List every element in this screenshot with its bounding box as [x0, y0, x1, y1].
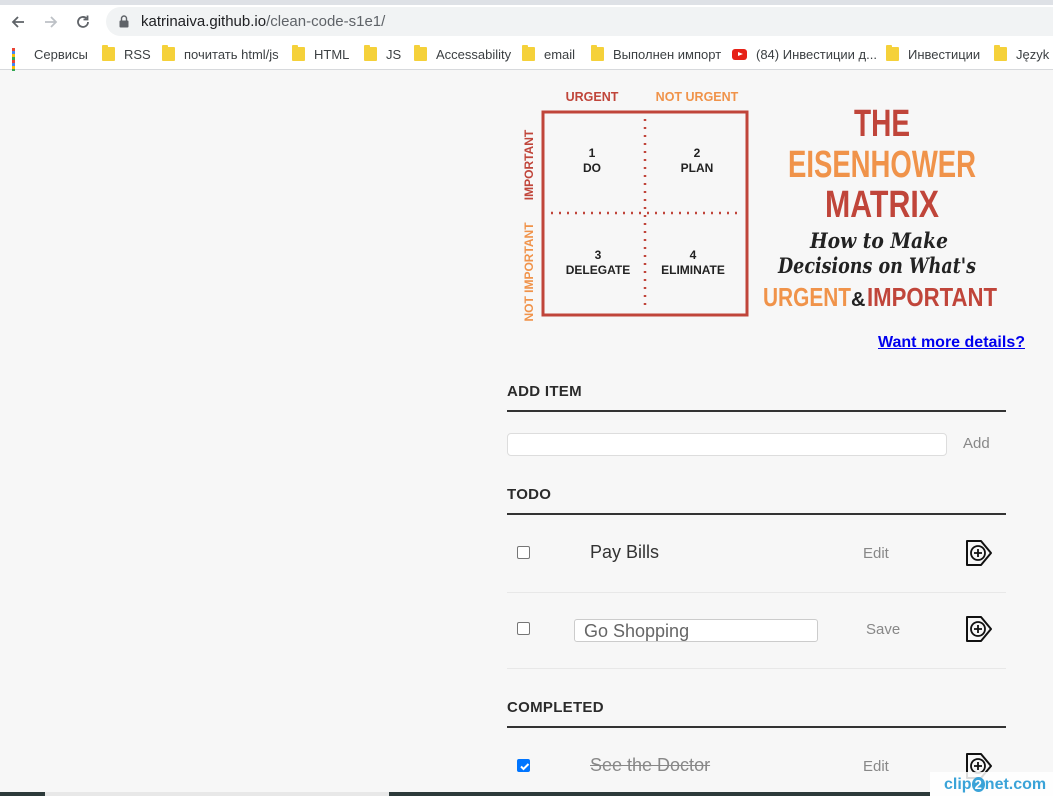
- bookmark-label: RSS: [124, 46, 151, 62]
- edit-button[interactable]: Edit: [863, 545, 889, 562]
- eisenhower-matrix-image: URGENT NOT URGENT IMPORTANT NOT IMPORTAN…: [515, 81, 1010, 326]
- reload-button[interactable]: [70, 9, 96, 35]
- q4-label: ELIMINATE: [661, 263, 725, 277]
- folder-icon: [162, 45, 175, 61]
- q1-number: 1: [589, 146, 596, 160]
- bookmark-youtube-investments[interactable]: (84) Инвестиции д...: [732, 45, 877, 63]
- subtitle-ampersand: &: [851, 289, 865, 311]
- title-matrix: MATRIX: [825, 184, 940, 226]
- forward-button[interactable]: [38, 9, 64, 35]
- tag-plus-icon[interactable]: [963, 537, 995, 569]
- url-host: katrinaiva.github.io: [141, 13, 267, 30]
- edit-button[interactable]: Edit: [863, 758, 889, 775]
- bookmark-label: почитать html/js: [184, 46, 279, 62]
- bookmark-label: JS: [386, 46, 402, 62]
- subtitle-line-2: Decisions on What's: [777, 253, 976, 278]
- completed-heading: COMPLETED: [507, 699, 1006, 728]
- matrix-col-not-urgent: NOT URGENT: [656, 90, 739, 104]
- taskbar-segment: [389, 792, 930, 796]
- q3-number: 3: [595, 248, 602, 262]
- subtitle-urgent: URGENT: [763, 282, 851, 312]
- bookmark-label: Выполнен импорт: [613, 46, 722, 62]
- add-button[interactable]: Add: [963, 435, 990, 452]
- watermark-two: 2: [971, 777, 985, 792]
- bookmark-investments[interactable]: Инвестиции: [886, 45, 980, 63]
- bookmark-label: Accessability: [436, 46, 512, 62]
- add-item-heading: ADD ITEM: [507, 383, 1006, 412]
- folder-icon: [994, 45, 1007, 61]
- q1-label: DO: [583, 161, 601, 175]
- q3-label: DELEGATE: [566, 263, 630, 277]
- folder-icon: [102, 45, 115, 61]
- subtitle-line-1: How to Make: [809, 228, 948, 253]
- matrix-row-important: IMPORTANT: [522, 129, 536, 200]
- folder-icon: [414, 45, 427, 61]
- taskbar-segment: [45, 792, 389, 796]
- todo-task-row: Pay Bills Edit: [507, 517, 1006, 593]
- bookmark-services[interactable]: Сервисы: [12, 45, 88, 75]
- matrix-frame: [541, 110, 749, 317]
- q2-number: 2: [694, 146, 701, 160]
- folder-icon: [591, 45, 604, 61]
- clip2net-watermark: clip 2 net.com: [930, 772, 1053, 796]
- task-label: See the Doctor: [590, 755, 711, 775]
- youtube-icon: [732, 48, 747, 60]
- bookmark-imported[interactable]: Выполнен импорт: [591, 45, 721, 63]
- folder-icon: [292, 45, 305, 61]
- matrix-col-urgent: URGENT: [566, 90, 619, 104]
- browser-toolbar: katrinaiva.github.io/clean-code-s1e1/: [0, 5, 1053, 38]
- more-details-link[interactable]: Want more details?: [878, 334, 1025, 352]
- bookmark-label: HTML: [314, 46, 350, 62]
- taskbar-segment: [0, 792, 45, 796]
- task-label: Pay Bills: [590, 542, 660, 562]
- bookmark-html[interactable]: HTML: [292, 45, 349, 63]
- folder-icon: [886, 45, 899, 61]
- q4-number: 4: [690, 248, 697, 262]
- bookmark-email[interactable]: email: [522, 45, 575, 63]
- bookmark-label: email: [544, 46, 576, 62]
- matrix-row-not-important: NOT IMPORTANT: [522, 222, 536, 322]
- bookmark-accessability[interactable]: Accessability: [414, 45, 511, 63]
- new-task-input[interactable]: [507, 433, 947, 456]
- bookmark-rss[interactable]: RSS: [102, 45, 151, 63]
- q2-label: PLAN: [681, 161, 714, 175]
- apps-grid-icon: [12, 47, 25, 75]
- folder-icon: [522, 45, 535, 61]
- folder-icon: [364, 45, 377, 61]
- todo-heading: TODO: [507, 486, 1006, 515]
- bookmark-label: Język P: [1016, 46, 1053, 62]
- bookmark-js[interactable]: JS: [364, 45, 401, 63]
- bookmark-label: Инвестиции: [908, 46, 981, 62]
- task-checkbox[interactable]: [517, 622, 530, 635]
- todo-task-row-editing: Go Shopping Save: [507, 593, 1006, 669]
- bookmarks-bar: Сервисы RSS почитать html/js HTML JS Acc…: [0, 38, 1053, 75]
- watermark-pre: clip: [944, 776, 972, 793]
- task-edit-input[interactable]: Go Shopping: [574, 619, 818, 642]
- tag-plus-icon[interactable]: [963, 613, 995, 645]
- back-button[interactable]: [5, 9, 31, 35]
- arrow-left-icon: [11, 16, 24, 28]
- subtitle-important: IMPORTANT: [867, 282, 997, 312]
- arrow-right-icon: [45, 16, 58, 28]
- bookmark-jezyk[interactable]: Język P: [994, 45, 1053, 63]
- task-checkbox[interactable]: [517, 546, 530, 559]
- bookmark-label: (84) Инвестиции д...: [756, 46, 877, 62]
- title-eisenhower: EISENHOWER: [788, 144, 976, 186]
- lock-icon: [119, 15, 129, 28]
- bookmark-read-html-js[interactable]: почитать html/js: [162, 45, 279, 63]
- reload-icon: [77, 15, 89, 28]
- url-text: katrinaiva.github.io/clean-code-s1e1/: [141, 13, 385, 30]
- save-button[interactable]: Save: [866, 621, 900, 638]
- watermark-post: net.com: [984, 776, 1047, 793]
- address-bar[interactable]: katrinaiva.github.io/clean-code-s1e1/: [106, 7, 1053, 36]
- checkmark-icon: [520, 763, 530, 771]
- task-checkbox-checked[interactable]: [517, 759, 530, 772]
- page-content: URGENT NOT URGENT IMPORTANT NOT IMPORTAN…: [0, 71, 1053, 796]
- url-path: /clean-code-s1e1/: [266, 13, 386, 30]
- title-the: THE: [854, 103, 910, 145]
- bookmark-label: Сервисы: [34, 46, 88, 62]
